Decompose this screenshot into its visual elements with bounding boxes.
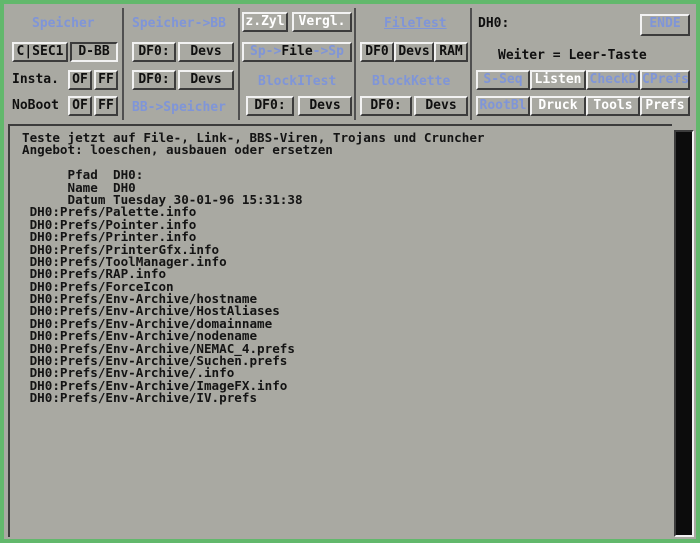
checkd-button[interactable]: CheckD xyxy=(586,70,640,90)
blockkette-title: BlockKette xyxy=(372,74,451,89)
blocktest-devs-button[interactable]: Devs xyxy=(298,96,352,116)
bb-speicher-label[interactable]: BB->Speicher xyxy=(132,100,226,116)
right-panel: DH0: ENDE Weiter = Leer-Taste S-Seq List… xyxy=(472,8,694,120)
speicher-title: Speicher xyxy=(32,16,95,31)
noboot-of-button[interactable]: OF xyxy=(68,96,92,116)
df0-button-1[interactable]: DF0: xyxy=(132,42,176,62)
devs-button-2[interactable]: Devs xyxy=(178,70,234,90)
ende-button[interactable]: ENDE xyxy=(640,14,690,36)
blocktest-df0-button[interactable]: DF0: xyxy=(246,96,294,116)
continue-hint: Weiter = Leer-Taste xyxy=(498,48,647,63)
sp-file-mid: File xyxy=(281,44,313,59)
noboot-ff-button[interactable]: FF xyxy=(94,96,118,116)
zzyl-button[interactable]: z.Zyl xyxy=(242,12,288,32)
device-label: DH0: xyxy=(478,16,510,31)
druck-button[interactable]: Druck xyxy=(530,96,586,116)
filetest-title: FileTest xyxy=(384,16,447,31)
insta-of-button[interactable]: OF xyxy=(68,70,92,90)
sp-file-button[interactable]: Sp->File->Sp xyxy=(242,42,352,62)
tools-button[interactable]: Tools xyxy=(586,96,640,116)
sp-file-right: ->Sp xyxy=(312,44,344,59)
console-output: Teste jetzt auf File-, Link-, BBS-Viren,… xyxy=(8,124,672,537)
console-line: DH0:Prefs/Env-Archive/IV.prefs xyxy=(22,390,258,406)
vergl-button[interactable]: Vergl. xyxy=(292,12,352,32)
speicher-bb-panel: Speicher->BB DF0: Devs DF0: Devs BB->Spe… xyxy=(126,8,240,120)
insta-ff-button[interactable]: FF xyxy=(94,70,118,90)
blocktest-title: BlockITest xyxy=(258,74,337,89)
filetest-devs-button[interactable]: Devs xyxy=(394,42,434,62)
blockkette-devs-button[interactable]: Devs xyxy=(414,96,468,116)
devs-button-1[interactable]: Devs xyxy=(178,42,234,62)
df0-button-2[interactable]: DF0: xyxy=(132,70,176,90)
blockkette-df0-button[interactable]: DF0: xyxy=(360,96,412,116)
filetest-ram-button[interactable]: RAM xyxy=(434,42,468,62)
listen-button[interactable]: Listen xyxy=(530,70,586,90)
dbb-button[interactable]: D-BB xyxy=(70,42,118,62)
rootbl-button[interactable]: RootBl xyxy=(476,96,530,116)
insta-label: Insta. xyxy=(12,72,59,87)
sp-file-left: Sp-> xyxy=(250,44,282,59)
file-panel: z.Zyl Vergl. Sp->File->Sp BlockITest DF0… xyxy=(240,8,356,120)
sseq-button[interactable]: S-Seq xyxy=(476,70,530,90)
filetest-df0-button[interactable]: DF0 xyxy=(360,42,394,62)
filetest-panel: FileTest DF0 Devs RAM BlockKette DF0: De… xyxy=(356,8,472,120)
noboot-label: NoBoot xyxy=(12,98,59,113)
console-line: Angebot: loeschen, ausbauen oder ersetze… xyxy=(22,142,333,158)
cprefs-button[interactable]: CPrefs xyxy=(640,70,690,90)
vertical-scrollbar[interactable] xyxy=(674,130,694,537)
speicher-panel: Speicher C|SEC1 D-BB Insta. OF FF NoBoot… xyxy=(6,8,124,120)
sec-button[interactable]: C|SEC1 xyxy=(12,42,68,62)
speicher-bb-title: Speicher->BB xyxy=(132,16,226,31)
app-window: Speicher C|SEC1 D-BB Insta. OF FF NoBoot… xyxy=(4,4,696,539)
prefs-button[interactable]: Prefs xyxy=(640,96,690,116)
